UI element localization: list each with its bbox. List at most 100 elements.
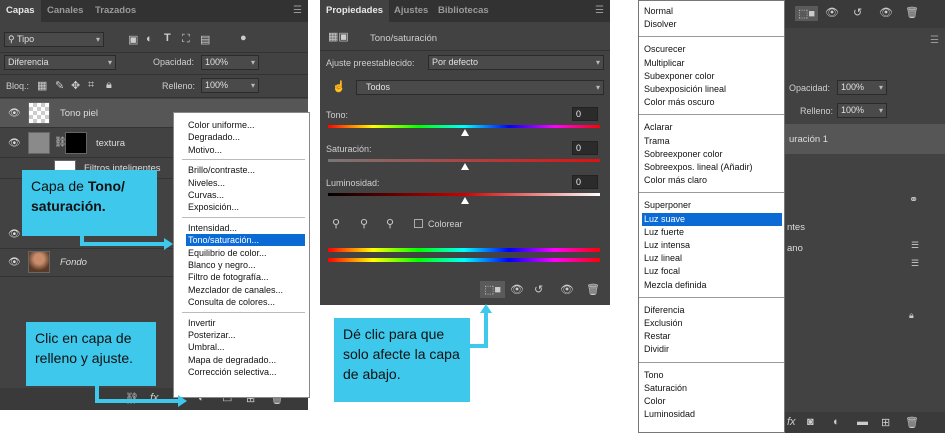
blend-mode-option[interactable]: Multiplicar — [644, 57, 782, 70]
clip-to-layer-icon[interactable]: ⬚■ — [480, 281, 506, 298]
blend-mode-option[interactable]: Oscurecer — [644, 43, 782, 56]
blend-mode-option[interactable]: Mezcla definida — [644, 279, 782, 292]
tab-bibliotecas[interactable]: Bibliotecas — [438, 0, 489, 22]
eye-icon[interactable]: 👁︎ — [8, 108, 21, 119]
blend-mode-option[interactable]: Luz fuerte — [644, 226, 782, 239]
fx-icon[interactable]: fx — [787, 416, 796, 428]
blend-mode-option[interactable]: Restar — [644, 330, 782, 343]
trash-icon[interactable]: 🗑︎ — [905, 416, 919, 429]
filter-pixel-icon[interactable]: ▣ — [128, 33, 138, 46]
layer-name[interactable]: textura — [96, 138, 125, 149]
lightness-slider-knob[interactable] — [461, 197, 469, 204]
visibility-icon[interactable]: 👁︎ — [560, 283, 574, 296]
blend-mode-option[interactable]: Trama — [644, 135, 782, 148]
layer-row-selected[interactable]: uración 1 — [785, 124, 945, 154]
menu-item[interactable]: Mapa de degradado... — [188, 354, 305, 366]
menu-item[interactable]: Consulta de colores... — [188, 296, 305, 308]
new-layer-icon[interactable]: ⊞ — [881, 416, 890, 429]
filter-smart-icon[interactable]: ▤ — [200, 33, 210, 46]
lock-all-icon[interactable]: 🔒︎ — [106, 79, 112, 92]
tab-capas[interactable]: Capas — [0, 0, 41, 22]
tab-canales[interactable]: Canales — [47, 0, 83, 22]
tab-trazados[interactable]: Trazados — [95, 0, 136, 22]
saturation-value-field[interactable]: 0 — [572, 141, 598, 155]
trash-icon[interactable]: 🗑︎ — [586, 283, 600, 296]
blend-mode-option[interactable]: Dividir — [644, 343, 782, 356]
lightness-slider-track[interactable] — [328, 193, 600, 196]
blend-mode-option[interactable]: Diferencia — [644, 304, 782, 317]
blend-mode-option[interactable]: Sobreexpos. lineal (Añadir) — [644, 161, 782, 174]
blend-mode-option[interactable]: Subexposición lineal — [644, 83, 782, 96]
blend-mode-option[interactable]: Luz intensa — [644, 239, 782, 252]
menu-item[interactable]: Intensidad... — [188, 222, 305, 234]
blend-mode-option[interactable]: Tono — [644, 369, 782, 382]
saturation-slider-track[interactable] — [328, 159, 600, 162]
panel-menu-icon[interactable]: ☰ — [293, 5, 302, 16]
blend-mode-option[interactable]: Sobreexponer color — [644, 148, 782, 161]
lightness-value-field[interactable]: 0 — [572, 175, 598, 189]
lock-brush-icon[interactable]: ✎ — [55, 79, 64, 92]
menu-item[interactable]: Posterizar... — [188, 329, 305, 341]
blend-mode-option[interactable]: Luz lineal — [644, 252, 782, 265]
blend-mode-option[interactable]: Color más oscuro — [644, 96, 782, 109]
hue-slider-knob[interactable] — [461, 129, 469, 136]
preset-select[interactable]: Por defecto ▾ — [428, 55, 604, 70]
blend-mode-select[interactable]: Diferencia ▾ — [4, 55, 116, 70]
menu-item[interactable]: Curvas... — [188, 189, 305, 201]
blend-mode-option[interactable]: Luz suave — [642, 212, 782, 226]
blend-mode-option[interactable]: Subexponer color — [644, 70, 782, 83]
menu-item[interactable]: Equilibrio de color... — [188, 247, 305, 259]
target-hand-icon[interactable]: ☝ — [332, 80, 346, 93]
view-previous-icon[interactable]: 👁︎ — [510, 283, 524, 296]
blend-mode-option[interactable]: Luminosidad — [644, 408, 782, 421]
eye-icon[interactable]: 👁︎ — [8, 138, 21, 149]
fill-field[interactable]: 100% ▾ — [837, 103, 887, 118]
channel-select[interactable]: Todos ▾ — [356, 80, 604, 95]
mask-icon[interactable]: ◙ — [807, 416, 814, 428]
menu-item[interactable]: Motivo... — [188, 144, 305, 156]
opacity-field[interactable]: 100% ▾ — [201, 55, 259, 70]
saturation-slider-knob[interactable] — [461, 163, 469, 170]
blend-mode-option[interactable]: Disolver — [644, 18, 782, 31]
menu-item[interactable]: Invertir — [188, 317, 305, 329]
blend-mode-option[interactable]: Color — [644, 395, 782, 408]
menu-item[interactable]: Tono/saturación... — [186, 234, 305, 247]
menu-item[interactable]: Niveles... — [188, 177, 305, 189]
visibility-icon[interactable]: 👁︎ — [879, 6, 893, 19]
lock-move-icon[interactable]: ✥ — [71, 79, 80, 92]
filter-kind-select[interactable]: ⚲ Tipo ▾ — [4, 32, 104, 47]
eyedropper-icon[interactable]: ⚲ — [332, 217, 340, 230]
blend-mode-option[interactable]: Normal — [644, 5, 782, 18]
eye-icon[interactable]: 👁︎ — [8, 257, 21, 268]
adjustment-layer-icon[interactable]: ◐ — [833, 416, 840, 428]
panel-menu-icon[interactable]: ☰ — [595, 5, 604, 16]
menu-item[interactable]: Mezclador de canales... — [188, 284, 305, 296]
blend-mode-option[interactable]: Color más claro — [644, 174, 782, 187]
filter-shape-icon[interactable]: ⛶ — [182, 33, 190, 46]
layer-name[interactable]: Fondo — [60, 257, 87, 268]
hue-slider-track[interactable] — [328, 125, 600, 128]
eye-icon[interactable]: 👁︎ — [8, 229, 21, 240]
eyedropper-minus-icon[interactable]: ⚲ — [386, 217, 394, 230]
filter-options-icon[interactable]: ☰ — [911, 240, 919, 251]
tab-ajustes[interactable]: Ajustes — [394, 0, 428, 22]
menu-item[interactable]: Brillo/contraste... — [188, 164, 305, 176]
blend-mode-option[interactable]: Superponer — [644, 199, 782, 212]
trash-icon[interactable]: 🗑︎ — [905, 6, 919, 19]
hue-value-field[interactable]: 0 — [572, 107, 598, 121]
menu-item[interactable]: Corrección selectiva... — [188, 366, 305, 378]
tab-propiedades[interactable]: Propiedades — [320, 0, 390, 22]
group-icon[interactable]: ▬ — [857, 416, 868, 428]
menu-item[interactable]: Umbral... — [188, 341, 305, 353]
blend-mode-option[interactable]: Saturación — [644, 382, 782, 395]
opacity-field[interactable]: 100% ▾ — [837, 80, 887, 95]
blend-mode-option[interactable]: Exclusión — [644, 317, 782, 330]
fill-field[interactable]: 100% ▾ — [201, 78, 259, 93]
colorize-checkbox[interactable] — [414, 219, 423, 228]
menu-item[interactable]: Exposición... — [188, 201, 305, 213]
blend-mode-option[interactable]: Aclarar — [644, 121, 782, 134]
layer-name[interactable]: uración 1 — [789, 134, 828, 145]
view-previous-icon[interactable]: 👁︎ — [825, 6, 839, 19]
lock-transparent-icon[interactable]: ▦ — [37, 79, 47, 92]
menu-item[interactable]: Color uniforme... — [188, 119, 305, 131]
